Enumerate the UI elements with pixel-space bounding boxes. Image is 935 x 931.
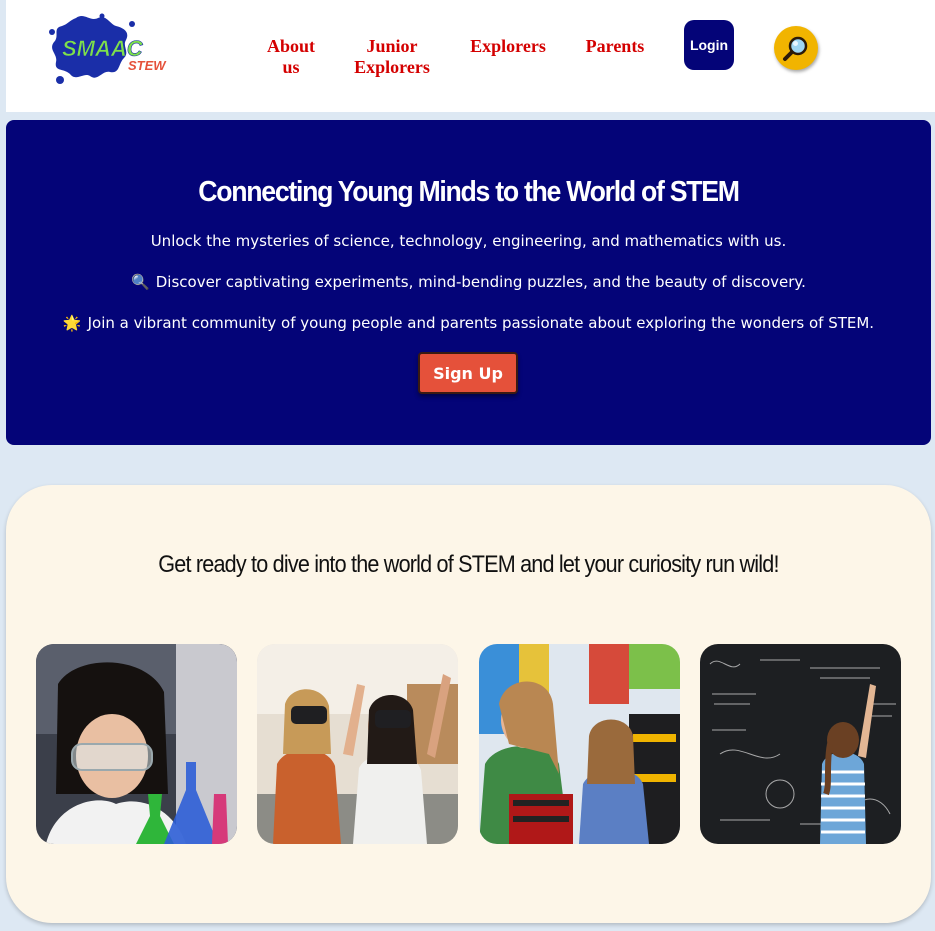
- nav-parents[interactable]: Parents: [581, 36, 649, 57]
- search-button[interactable]: [774, 26, 818, 70]
- hero-banner: Connecting Young Minds to the World of S…: [6, 120, 931, 445]
- photo-girl-chalkboard-math: [700, 644, 901, 844]
- hero-title: Connecting Young Minds to the World of S…: [198, 176, 740, 208]
- sign-up-button[interactable]: Sign Up: [418, 352, 518, 394]
- hero-community-line: 🌟 Join a vibrant community of young peopl…: [6, 314, 931, 332]
- stem-intro-card: Get ready to dive into the world of STEM…: [6, 485, 931, 923]
- magnifier-emoji-icon: 🔍: [131, 273, 150, 291]
- photo-teacher-girl-robotics: [479, 644, 680, 844]
- hero-discover-text: Discover captivating experiments, mind-b…: [155, 273, 806, 291]
- photo-girls-vr-headsets: [257, 644, 458, 844]
- hero-tagline: Unlock the mysteries of science, technol…: [150, 232, 787, 250]
- magnifier-icon: [783, 36, 808, 61]
- nav-junior-explorers[interactable]: Junior Explorers: [346, 36, 438, 78]
- login-button[interactable]: Login: [684, 20, 734, 70]
- photo-girl-chemistry-lab: [36, 644, 237, 844]
- nav-about-us[interactable]: About us: [261, 36, 321, 78]
- hero-community-text: Join a vibrant community of young people…: [87, 314, 875, 332]
- nav-explorers[interactable]: Explorers: [464, 36, 552, 57]
- star-emoji-icon: 🌟: [62, 314, 82, 332]
- site-header: SMAAC STEW About us Junior Explorers Exp…: [6, 0, 935, 112]
- card-title: Get ready to dive into the world of STEM…: [158, 551, 779, 578]
- hero-discover-line: 🔍 Discover captivating experiments, mind-…: [6, 273, 931, 291]
